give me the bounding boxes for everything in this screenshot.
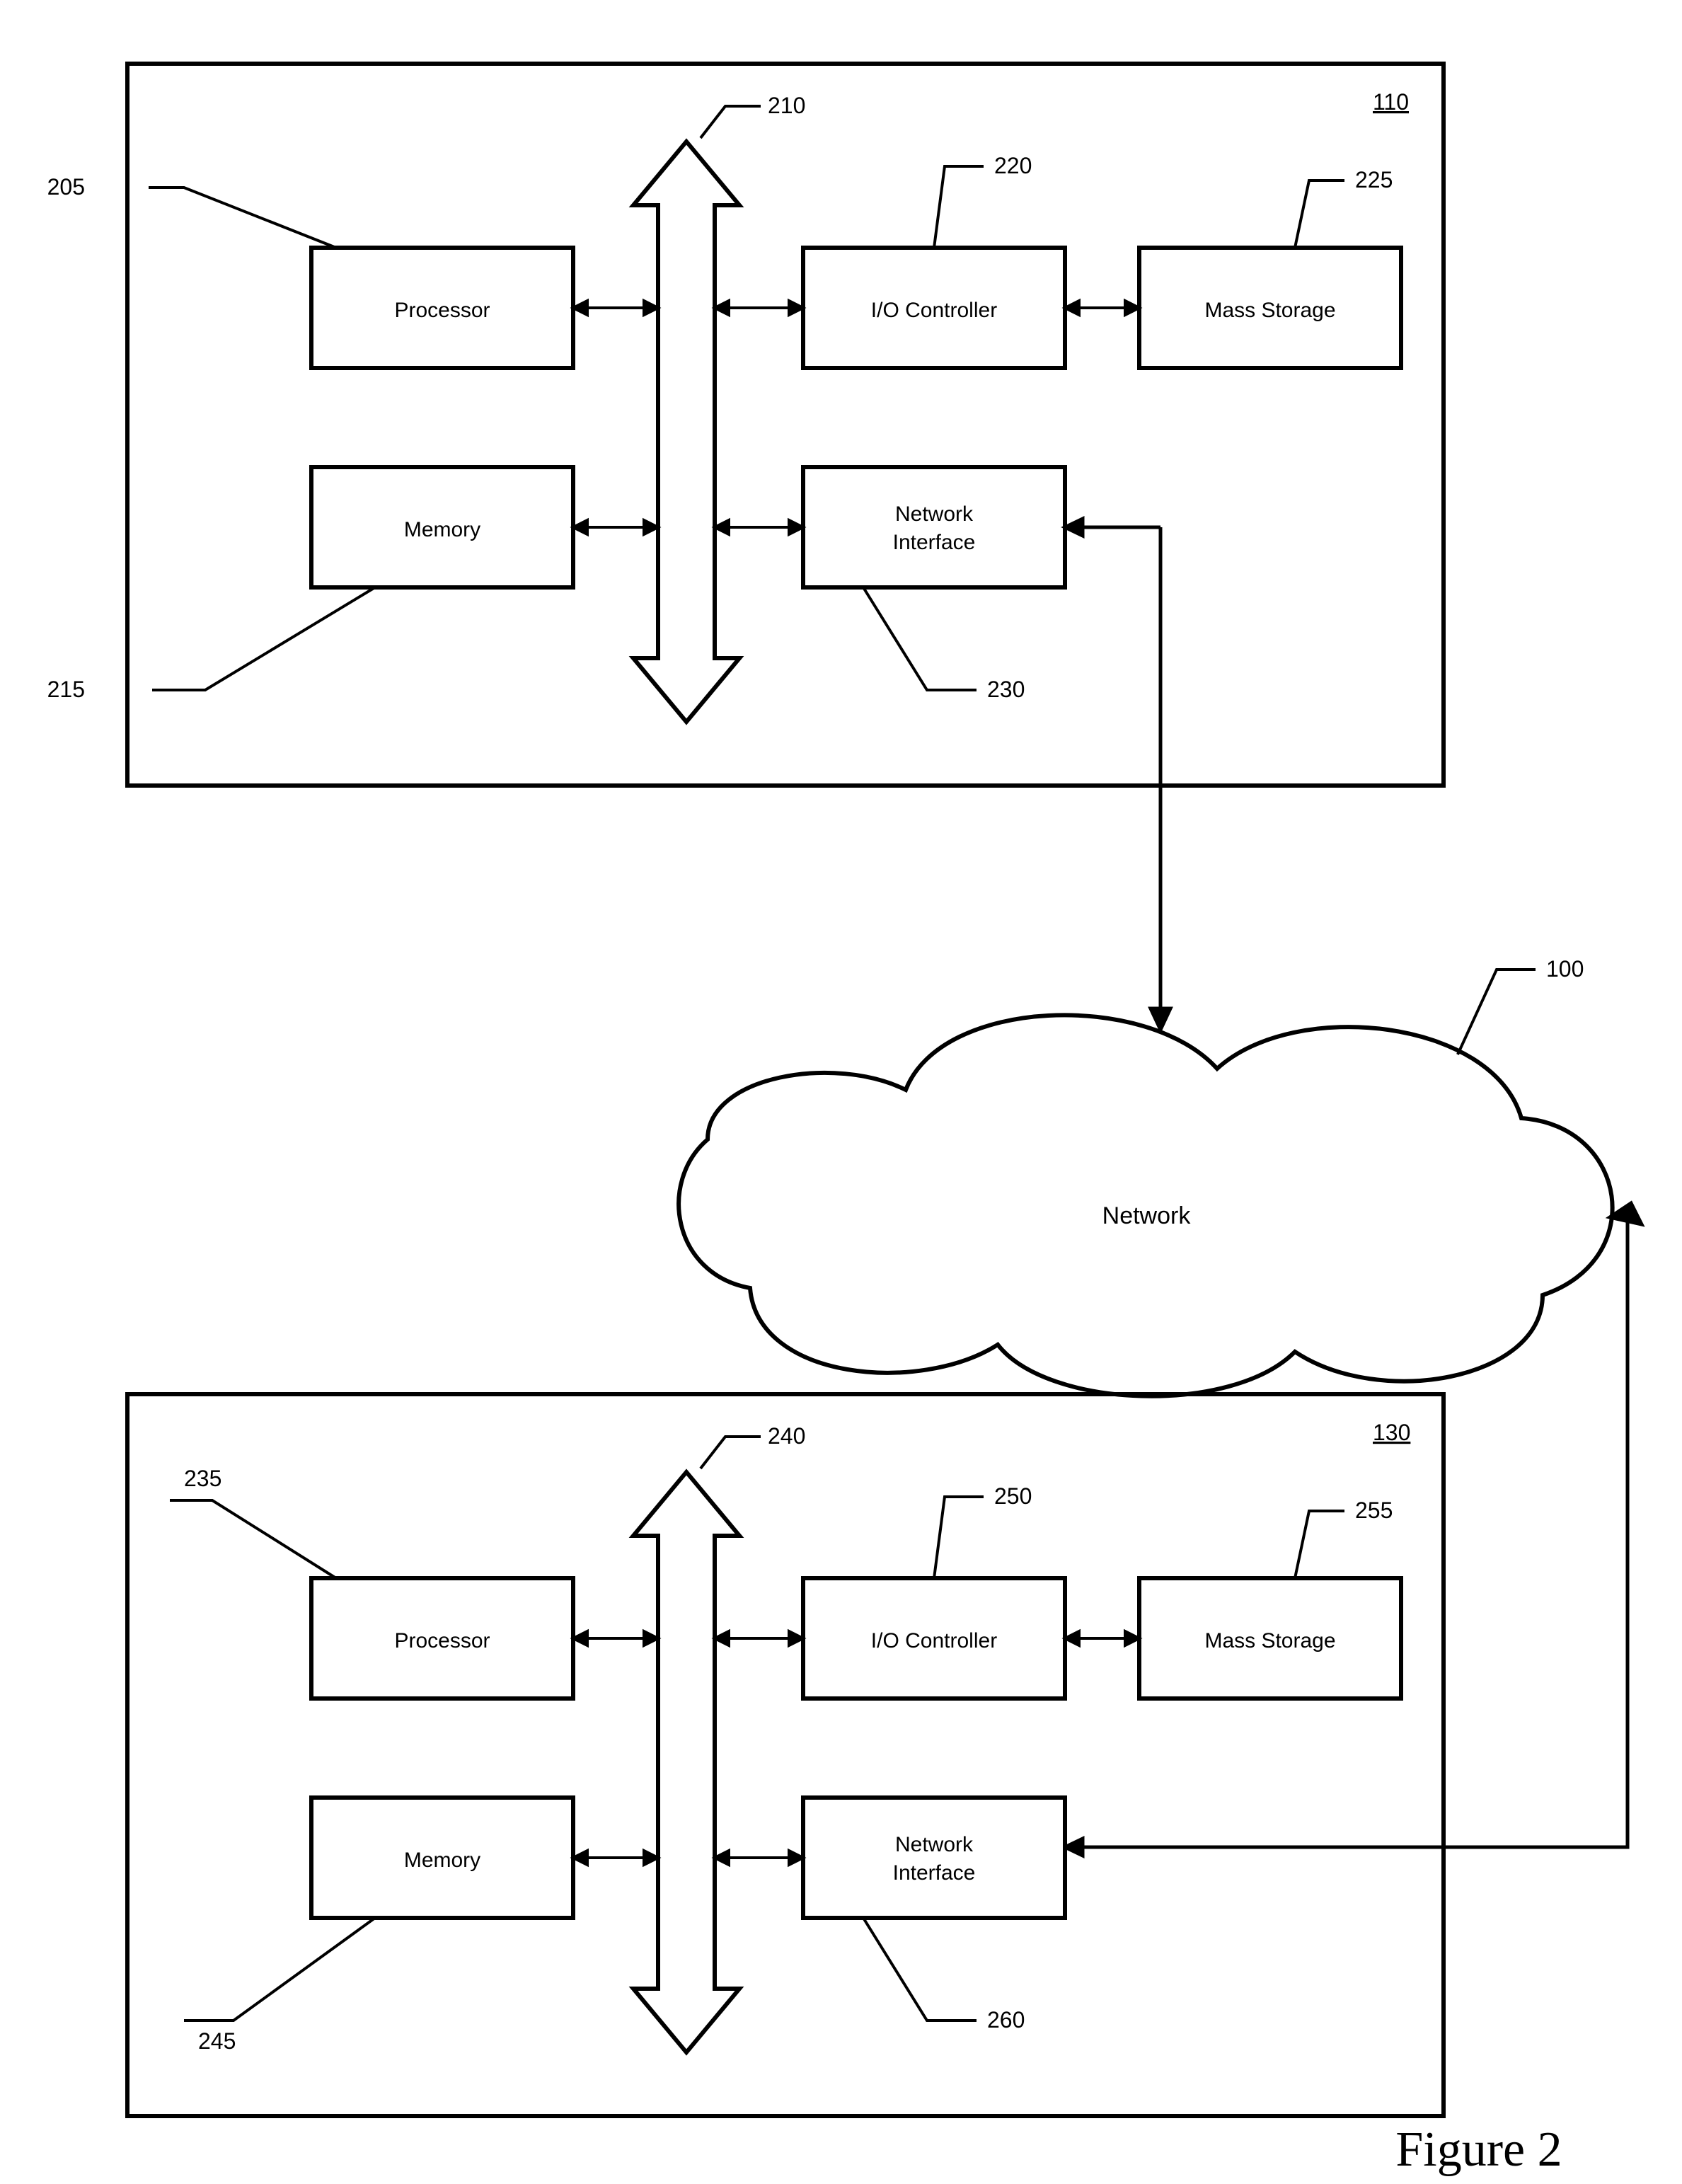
leader-235 bbox=[170, 1500, 336, 1578]
processor-label: Processor bbox=[394, 299, 490, 322]
leader-225 bbox=[1295, 180, 1344, 248]
memory-label-2: Memory bbox=[404, 1849, 480, 1872]
leader-205 bbox=[149, 188, 336, 248]
mass-storage-label: Mass Storage bbox=[1204, 299, 1335, 322]
leader-210 bbox=[701, 106, 761, 138]
system-110-border bbox=[127, 64, 1444, 786]
system-130-ref: 130 bbox=[1373, 1420, 1410, 1445]
ref-235: 235 bbox=[184, 1466, 221, 1491]
leader-260 bbox=[863, 1918, 977, 2021]
leader-230 bbox=[863, 587, 977, 690]
network-interface-2-label-2: Interface bbox=[893, 1861, 976, 1885]
network-interface-label-1: Network bbox=[895, 502, 974, 526]
ref-230: 230 bbox=[987, 677, 1025, 702]
ref-240: 240 bbox=[768, 1423, 805, 1449]
system-110: 110 210 Processor 205 Memory 215 I/O Con… bbox=[47, 64, 1444, 786]
network-interface-box bbox=[803, 467, 1065, 587]
processor-label-2: Processor bbox=[394, 1629, 490, 1653]
network-interface-2-label-1: Network bbox=[895, 1833, 974, 1856]
network-cloud: Network bbox=[679, 1015, 1612, 1396]
network-interface-label-2: Interface bbox=[893, 531, 976, 554]
bus-210 bbox=[633, 142, 739, 722]
ref-250: 250 bbox=[994, 1483, 1032, 1509]
io-controller-label-2: I/O Controller bbox=[871, 1629, 997, 1653]
system-110-ref: 110 bbox=[1373, 89, 1409, 115]
leader-220 bbox=[934, 166, 984, 248]
ref-245: 245 bbox=[198, 2028, 236, 2054]
leader-215 bbox=[152, 587, 375, 690]
system-130: 130 240 Processor 235 Memory 245 I/O Con… bbox=[127, 1394, 1444, 2116]
ref-100: 100 bbox=[1546, 956, 1584, 982]
ref-225: 225 bbox=[1355, 167, 1393, 192]
leader-245 bbox=[184, 1918, 375, 2021]
network-interface-box-2 bbox=[803, 1798, 1065, 1918]
bus-240 bbox=[633, 1472, 739, 2052]
ref-260: 260 bbox=[987, 2007, 1025, 2033]
link-top-to-cloud bbox=[1065, 519, 1170, 1030]
leader-100 bbox=[1458, 970, 1536, 1054]
ref-215: 215 bbox=[47, 677, 85, 702]
figure-caption: Figure 2 bbox=[1395, 2122, 1562, 2177]
ref-220: 220 bbox=[994, 153, 1032, 178]
ref-205: 205 bbox=[47, 174, 85, 200]
ref-210: 210 bbox=[768, 93, 805, 118]
diagram-canvas: 110 210 Processor 205 Memory 215 I/O Con… bbox=[0, 0, 1682, 2184]
network-label: Network bbox=[1102, 1202, 1192, 1229]
io-controller-label: I/O Controller bbox=[871, 299, 997, 322]
mass-storage-label-2: Mass Storage bbox=[1204, 1629, 1335, 1653]
leader-250 bbox=[934, 1497, 984, 1578]
ref-255: 255 bbox=[1355, 1498, 1393, 1523]
leader-240 bbox=[701, 1437, 761, 1469]
leader-255 bbox=[1295, 1511, 1344, 1578]
system-130-border bbox=[127, 1394, 1444, 2116]
memory-label: Memory bbox=[404, 518, 480, 541]
